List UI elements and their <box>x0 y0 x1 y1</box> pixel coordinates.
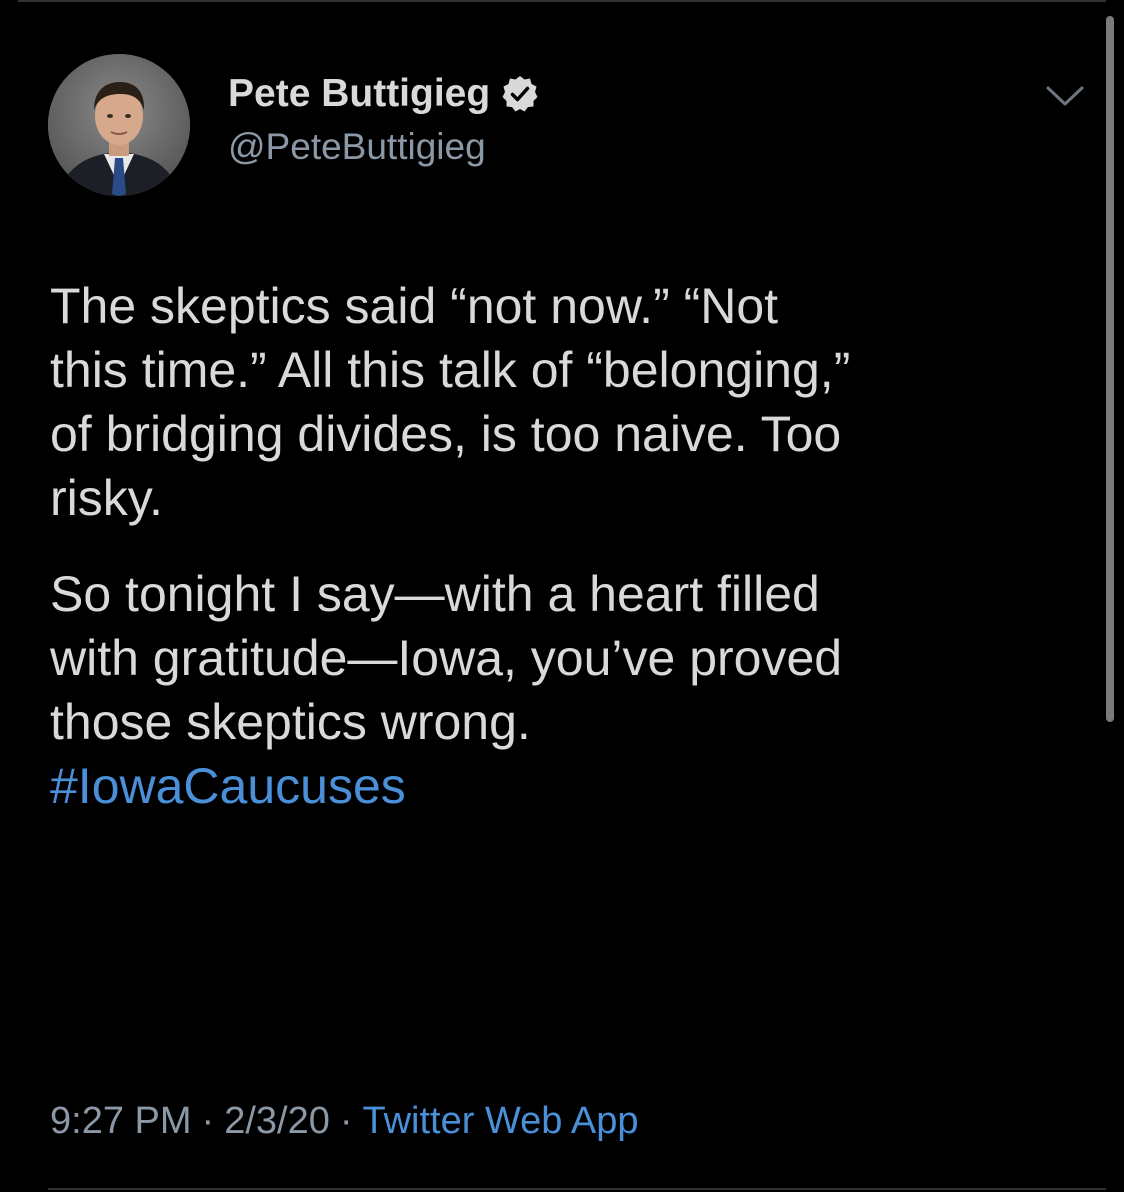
bottom-divider <box>48 1188 1106 1190</box>
verified-badge-icon <box>500 74 540 114</box>
tweet-line: So tonight I say—with a heart filled <box>50 566 820 622</box>
separator-dot: · <box>201 1100 215 1142</box>
author-handle[interactable]: @PeteButtigieg <box>228 126 486 168</box>
tweet-metadata: 9:27 PM · 2/3/20 · Twitter Web App <box>50 1100 638 1143</box>
tweet-date[interactable]: 2/3/20 <box>224 1100 330 1142</box>
chevron-down-icon[interactable] <box>1044 82 1086 110</box>
tweet-text: The skeptics said “not now.” “Not this t… <box>50 274 1090 818</box>
tweet-line: of bridging divides, is too naive. Too <box>50 406 842 462</box>
tweet-line: with gratitude—Iowa, you’ve proved <box>50 630 843 686</box>
author-name[interactable]: Pete Buttigieg <box>228 72 540 116</box>
tweet-line: those skeptics wrong. <box>50 694 531 750</box>
hashtag-link[interactable]: #IowaCaucuses <box>50 758 406 814</box>
author-name-text: Pete Buttigieg <box>228 72 491 115</box>
tweet-line: risky. <box>50 470 163 526</box>
tweet-time[interactable]: 9:27 PM <box>50 1100 192 1142</box>
avatar[interactable] <box>48 54 190 196</box>
separator-dot: · <box>339 1100 353 1142</box>
tweet-source-link[interactable]: Twitter Web App <box>363 1100 639 1142</box>
tweet-line: The skeptics said “not now.” “Not <box>50 278 779 334</box>
tweet: Pete Buttigieg @PeteButtigieg The skepti… <box>0 0 1124 1192</box>
profile-photo-icon <box>48 54 190 196</box>
tweet-line: this time.” All this talk of “belonging,… <box>50 342 851 398</box>
